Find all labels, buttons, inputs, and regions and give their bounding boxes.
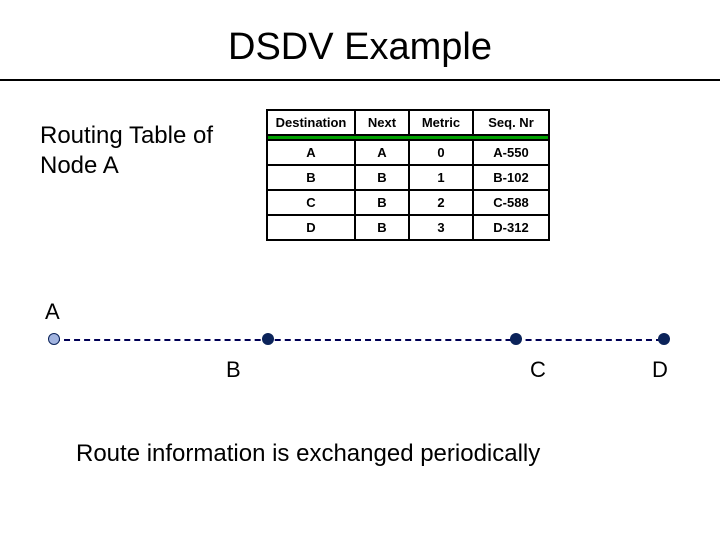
caption-line-2: Node A — [40, 152, 119, 179]
footer-text: Route information is exchanged periodica… — [76, 440, 540, 468]
cell-seq: D-312 — [473, 215, 549, 240]
topology-diagram: A B C D — [44, 323, 676, 393]
table-row: D B 3 D-312 — [267, 215, 549, 240]
cell-seq: B-102 — [473, 165, 549, 190]
node-a-icon — [48, 333, 60, 345]
title-divider — [0, 79, 720, 81]
cell-dest: A — [267, 140, 355, 165]
table-row: C B 2 C-588 — [267, 190, 549, 215]
col-header-next: Next — [355, 110, 409, 135]
col-header-seq: Seq. Nr — [473, 110, 549, 135]
cell-next: B — [355, 190, 409, 215]
cell-metric: 0 — [409, 140, 473, 165]
node-b-label: B — [226, 357, 241, 383]
slide-title: DSDV Example — [0, 0, 720, 79]
cell-next: A — [355, 140, 409, 165]
node-c-label: C — [530, 357, 546, 383]
link-line — [54, 339, 662, 341]
node-c-icon — [510, 333, 522, 345]
routing-table: Destination Next Metric Seq. Nr A A 0 A-… — [266, 109, 550, 241]
cell-metric: 2 — [409, 190, 473, 215]
cell-dest: B — [267, 165, 355, 190]
col-header-metric: Metric — [409, 110, 473, 135]
table-row: A A 0 A-550 — [267, 140, 549, 165]
col-header-destination: Destination — [267, 110, 355, 135]
node-d-label: D — [652, 357, 668, 383]
caption-line-1: Routing Table of — [40, 122, 213, 149]
node-b-icon — [262, 333, 274, 345]
table-header-row: Destination Next Metric Seq. Nr — [267, 110, 549, 135]
table-caption: Routing Table of Node A — [40, 121, 213, 181]
cell-dest: C — [267, 190, 355, 215]
cell-metric: 3 — [409, 215, 473, 240]
node-a-label: A — [45, 299, 60, 325]
cell-seq: A-550 — [473, 140, 549, 165]
cell-seq: C-588 — [473, 190, 549, 215]
slide: DSDV Example Routing Table of Node A Des… — [0, 0, 720, 540]
table-row: B B 1 B-102 — [267, 165, 549, 190]
cell-dest: D — [267, 215, 355, 240]
cell-metric: 1 — [409, 165, 473, 190]
node-d-icon — [658, 333, 670, 345]
cell-next: B — [355, 215, 409, 240]
cell-next: B — [355, 165, 409, 190]
